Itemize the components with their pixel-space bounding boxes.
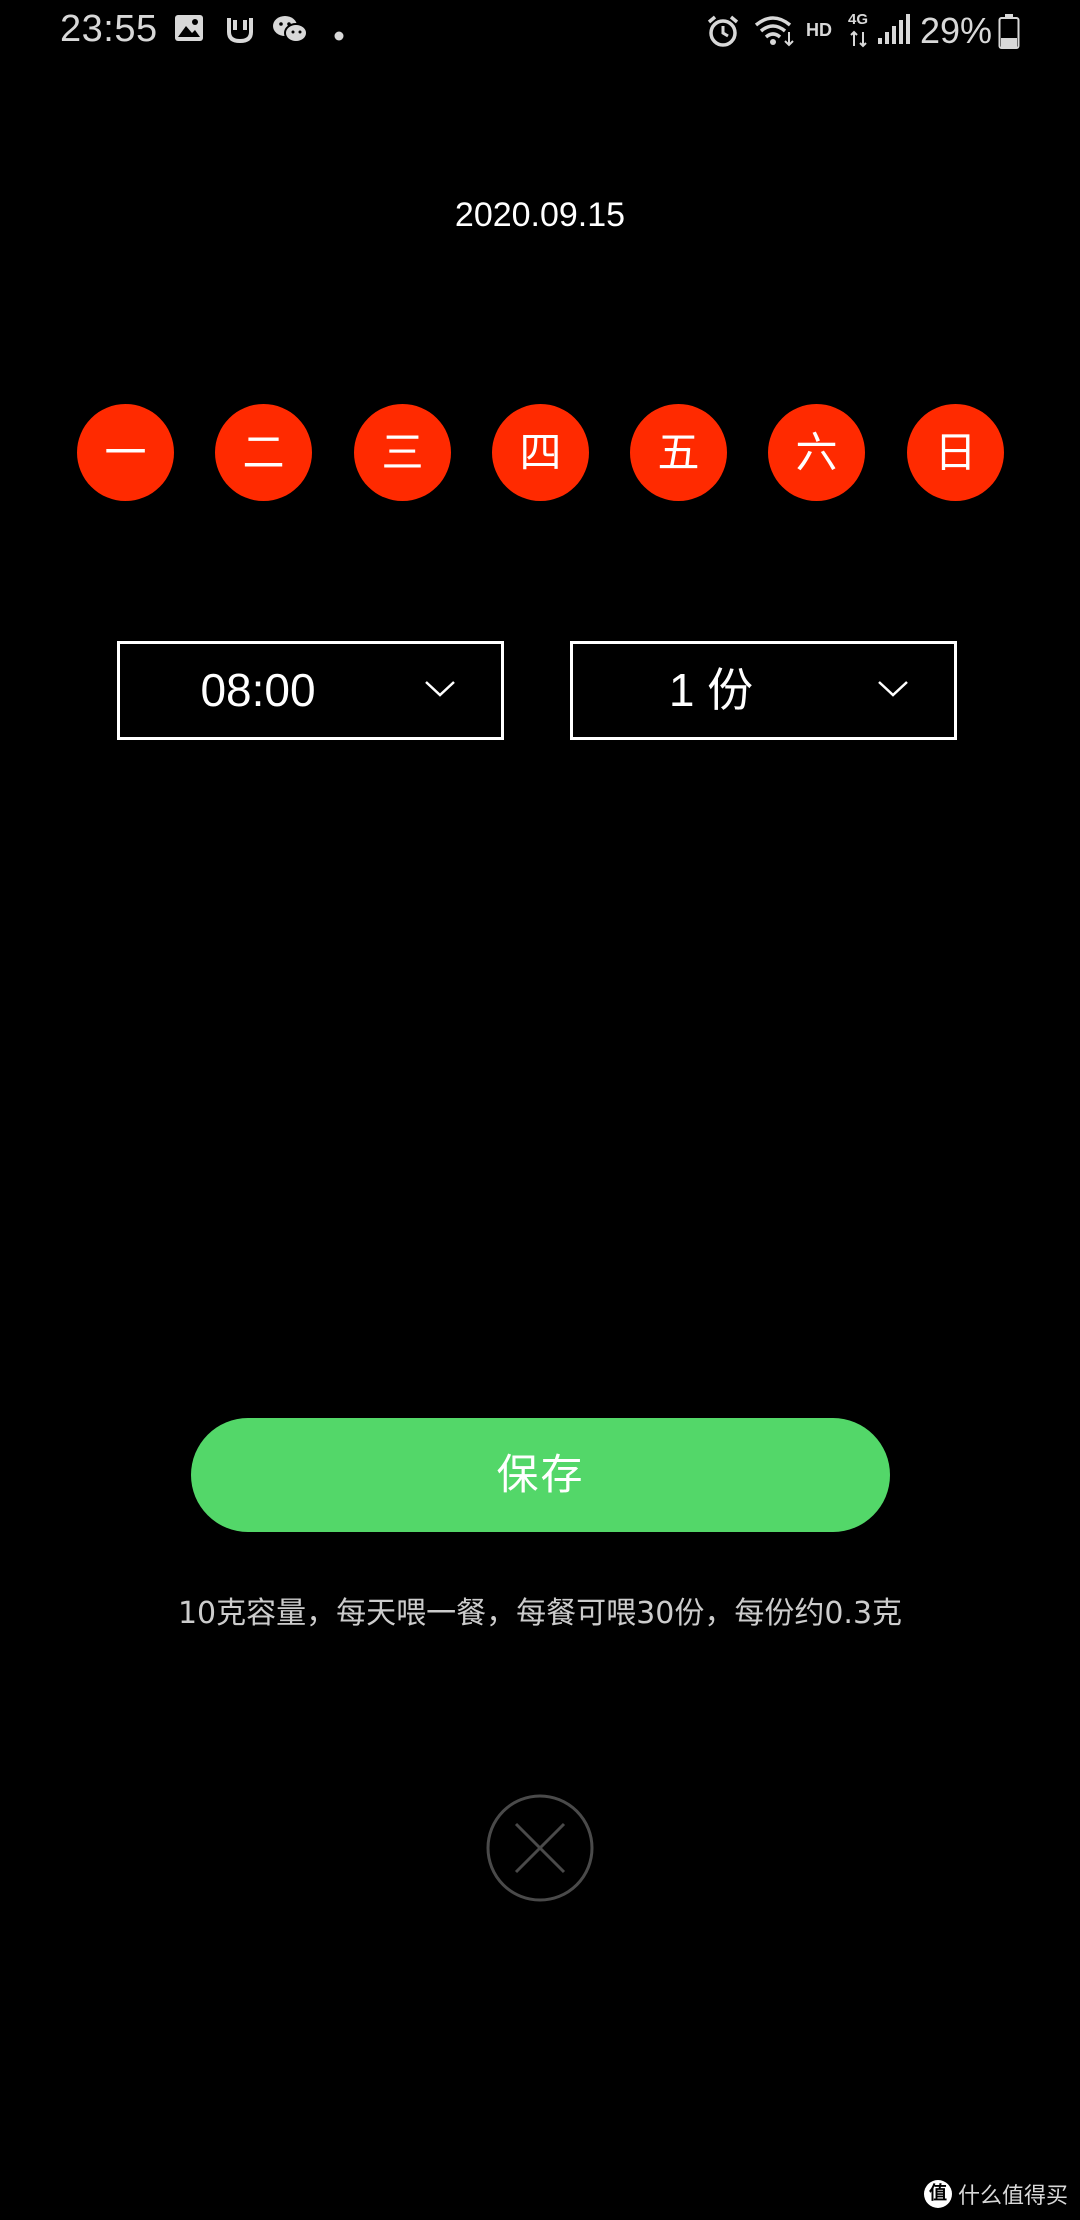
chevron-down-icon bbox=[877, 680, 909, 702]
close-button[interactable] bbox=[486, 1794, 594, 1902]
mi-home-icon bbox=[226, 14, 254, 48]
close-icon bbox=[486, 1794, 594, 1902]
battery-icon bbox=[998, 14, 1020, 54]
capacity-hint: 10克容量，每天喂一餐，每餐可喂30份，每份约0.3克 bbox=[177, 1596, 903, 1631]
weekday-tue-button[interactable]: 二 bbox=[215, 404, 312, 501]
weekday-sun-button[interactable]: 日 bbox=[907, 404, 1004, 501]
network-type-label: 4G bbox=[848, 11, 869, 28]
weekday-mon-button[interactable]: 一 bbox=[77, 404, 174, 501]
weekday-thu-button[interactable]: 四 bbox=[492, 404, 589, 501]
dot-icon bbox=[334, 26, 344, 45]
portion-select[interactable]: 1 份 bbox=[570, 641, 957, 740]
chevron-down-icon bbox=[424, 680, 456, 702]
wechat-icon bbox=[272, 14, 308, 48]
status-time: 23:55 bbox=[60, 8, 158, 50]
image-icon bbox=[174, 14, 204, 46]
alarm-icon bbox=[706, 14, 740, 52]
watermark: 值 什么值得买 bbox=[923, 2178, 1068, 2210]
selected-date: 2020.09.15 bbox=[454, 196, 626, 234]
status-bar: 23:55 HD 4G 29% bbox=[0, 0, 1080, 64]
weekday-fri-button[interactable]: 五 bbox=[630, 404, 727, 501]
hd-label: HD bbox=[806, 20, 832, 40]
watermark-logo-icon: 值 bbox=[923, 2180, 952, 2208]
feed-time-select[interactable]: 08:00 bbox=[117, 641, 504, 740]
wifi-icon bbox=[754, 14, 796, 52]
data-arrows-icon bbox=[849, 30, 869, 52]
portion-value: 1 份 bbox=[668, 664, 754, 716]
weekday-wed-button[interactable]: 三 bbox=[354, 404, 451, 501]
signal-icon bbox=[876, 14, 910, 50]
watermark-text: 什么值得买 bbox=[957, 2184, 1068, 2209]
save-button[interactable]: 保存 bbox=[191, 1418, 890, 1532]
battery-percent: 29% bbox=[920, 10, 993, 51]
weekday-sat-button[interactable]: 六 bbox=[768, 404, 865, 501]
feed-time-value: 08:00 bbox=[200, 664, 316, 716]
